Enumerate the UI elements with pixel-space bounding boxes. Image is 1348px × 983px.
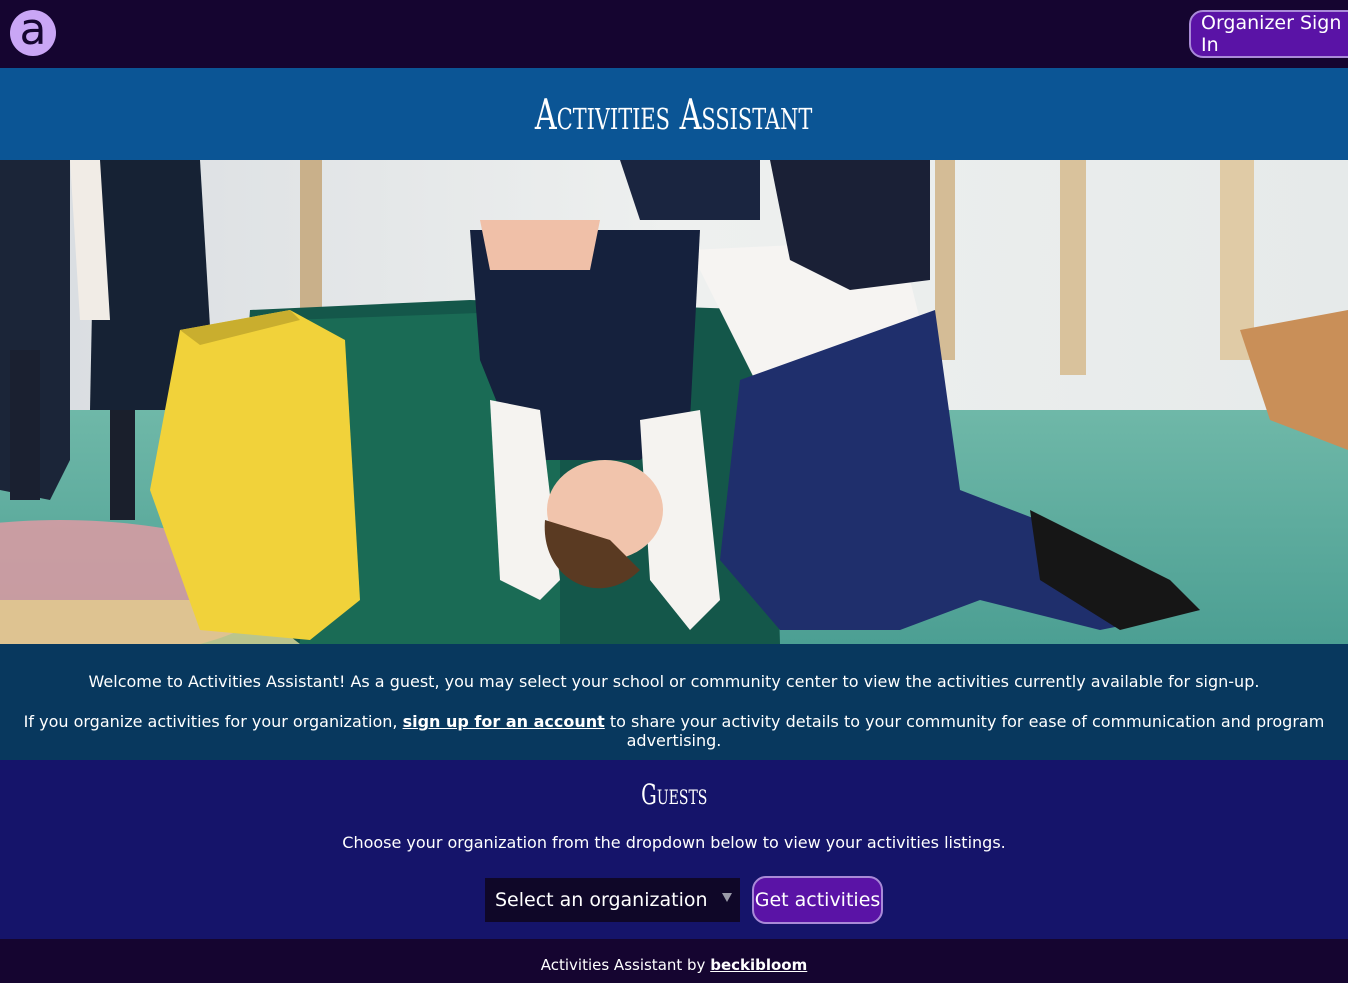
organization-select[interactable]: Select an organization: [485, 878, 740, 922]
guests-instructions: Choose your organization from the dropdo…: [342, 833, 1006, 852]
footer: Activities Assistant by beckibloom: [0, 939, 1348, 983]
invite-text-after: to share your activity details to your c…: [604, 712, 1325, 750]
app-logo[interactable]: a: [10, 3, 56, 56]
page-title: Activities Assistant: [535, 89, 813, 139]
title-banner: Activities Assistant: [0, 68, 1348, 160]
get-activities-button[interactable]: Get activities: [752, 876, 883, 924]
welcome-section: Welcome to Activities Assistant! As a gu…: [0, 644, 1348, 760]
invite-text-before: If you organize activities for your orga…: [23, 712, 403, 731]
welcome-text: Welcome to Activities Assistant! As a gu…: [88, 672, 1260, 691]
guests-heading: Guests: [0, 778, 1348, 811]
hero-photo: [0, 160, 1348, 644]
guests-section: Guests Choose your organization from the…: [0, 760, 1348, 939]
top-navbar: a Organizer Sign In: [0, 0, 1348, 68]
sign-up-link[interactable]: sign up for an account: [403, 712, 605, 731]
hero-image: [0, 160, 1348, 644]
organization-select-value: Select an organization: [495, 889, 708, 911]
author-link[interactable]: beckibloom: [710, 956, 807, 974]
organizer-sign-in-button[interactable]: Organizer Sign In: [1189, 10, 1348, 58]
footer-text: Activities Assistant by: [540, 956, 711, 974]
logo-letter: a: [19, 3, 47, 55]
guests-heading-text: Guests: [640, 778, 708, 811]
organizer-invite-text: If you organize activities for your orga…: [0, 712, 1348, 750]
dropdown-arrow-icon: [722, 893, 732, 902]
